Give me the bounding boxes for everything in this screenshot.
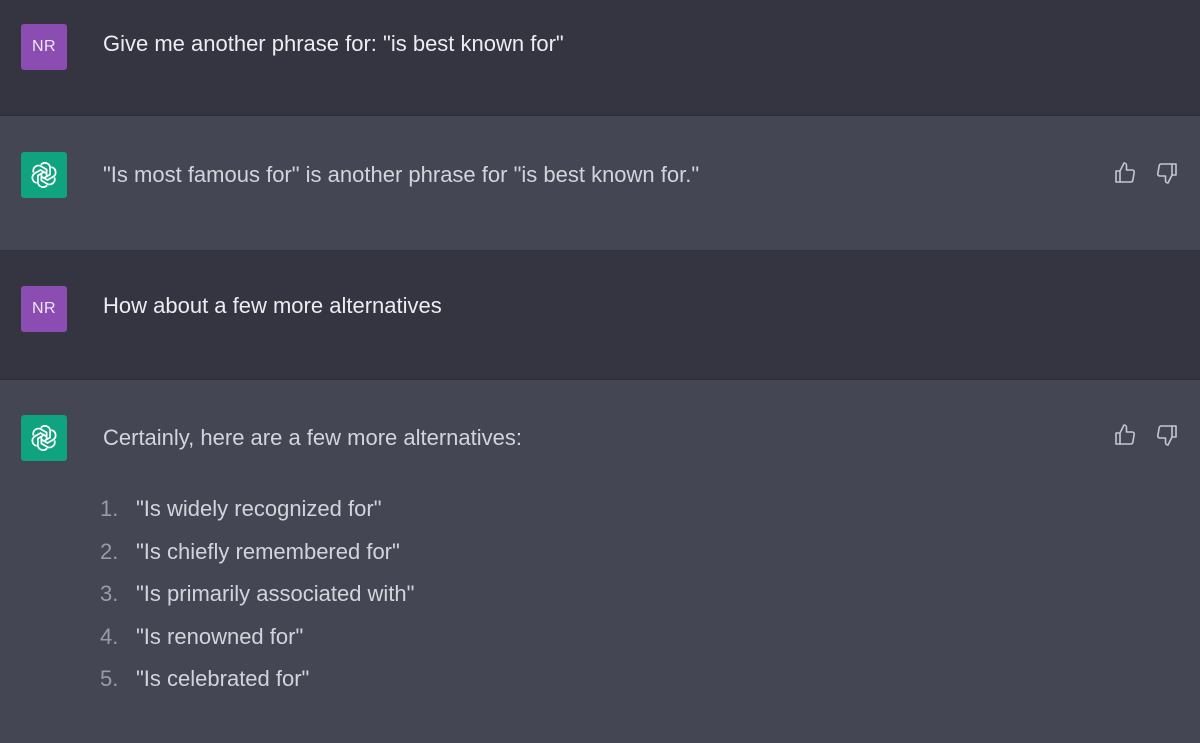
- user-avatar: NR: [21, 24, 67, 70]
- list-item-text: "Is primarily associated with": [136, 581, 415, 607]
- thumbs-down-icon[interactable]: [1154, 160, 1180, 186]
- list-item: 2. "Is chiefly remembered for": [100, 531, 414, 574]
- message-text: Give me another phrase for: "is best kno…: [103, 31, 564, 56]
- message-text: "Is most famous for" is another phrase f…: [103, 162, 700, 187]
- feedback-buttons: [1112, 422, 1180, 448]
- user-avatar-initials: NR: [31, 300, 57, 317]
- list-item: 3. "Is primarily associated with": [100, 573, 414, 616]
- alternatives-list: 1. "Is widely recognized for" 2. "Is chi…: [100, 488, 414, 701]
- openai-logo-icon: [21, 415, 67, 461]
- thumbs-up-icon[interactable]: [1112, 422, 1138, 448]
- chat-thread: NR Give me another phrase for: "is best …: [0, 0, 1200, 743]
- message-text: Certainly, here are a few more alternati…: [103, 425, 522, 450]
- list-item: 1. "Is widely recognized for": [100, 488, 414, 531]
- list-number: 2.: [100, 538, 119, 564]
- list-item-text: "Is widely recognized for": [136, 496, 382, 522]
- user-avatar: NR: [21, 286, 67, 332]
- message-text: How about a few more alternatives: [103, 293, 442, 318]
- user-avatar-initials: NR: [31, 38, 57, 55]
- list-number: 5.: [100, 666, 119, 692]
- list-number: 1.: [100, 496, 119, 522]
- list-item-text: "Is renowned for": [136, 623, 304, 649]
- list-item: 4. "Is renowned for": [100, 616, 414, 659]
- thumbs-up-icon[interactable]: [1112, 160, 1138, 186]
- list-item: 5. "Is celebrated for": [100, 658, 414, 701]
- user-message: NR Give me another phrase for: "is best …: [0, 0, 1200, 116]
- list-item-text: "Is celebrated for": [136, 666, 310, 692]
- feedback-buttons: [1112, 160, 1180, 186]
- list-number: 3.: [100, 581, 119, 607]
- list-number: 4.: [100, 623, 119, 649]
- user-message: NR How about a few more alternatives: [0, 250, 1200, 380]
- list-item-text: "Is chiefly remembered for": [136, 538, 400, 564]
- assistant-message: "Is most famous for" is another phrase f…: [0, 116, 1200, 250]
- openai-logo-icon: [21, 152, 67, 198]
- thumbs-down-icon[interactable]: [1154, 422, 1180, 448]
